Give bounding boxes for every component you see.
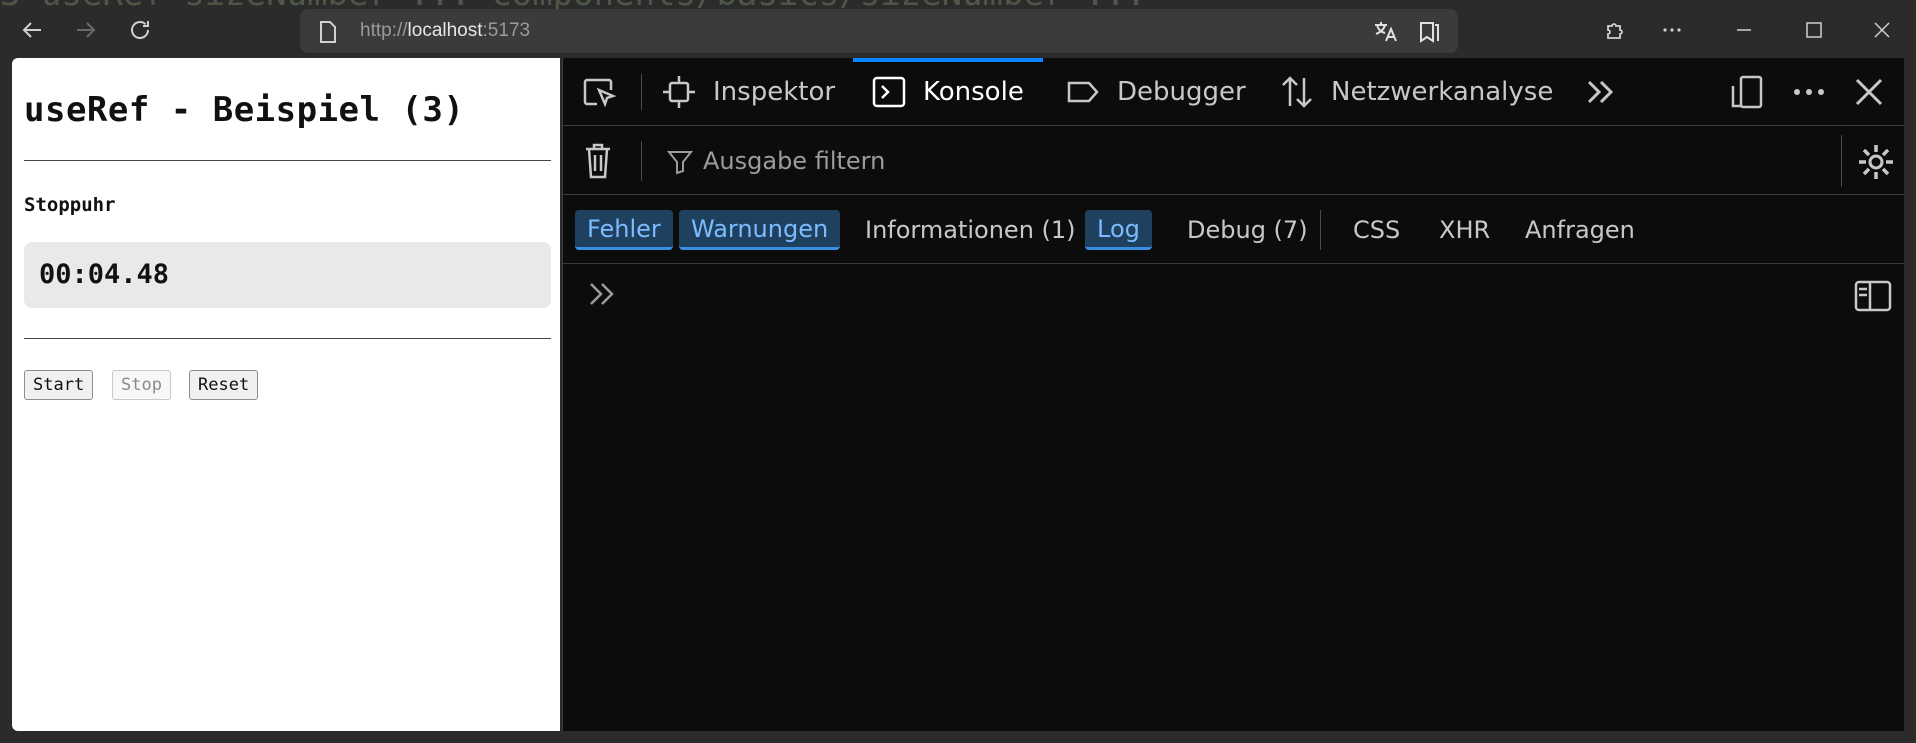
browser-toolbar: 3 useRef sizeNumber ... components/basic… (0, 0, 1916, 58)
forward-button[interactable] (68, 12, 104, 48)
more-menu-button[interactable] (1652, 12, 1692, 48)
url-scheme: http:// (360, 20, 408, 41)
gear-icon[interactable] (1857, 143, 1895, 181)
filter-warnings[interactable]: Warnungen (679, 210, 841, 250)
responsive-design-icon (1731, 75, 1763, 109)
picker-icon (583, 78, 617, 108)
minimize-icon (1737, 29, 1751, 31)
devtools-panel: Inspektor Konsole Debugger Netzwerkanaly… (562, 58, 1904, 731)
arrow-right-icon (77, 22, 96, 38)
filter-errors[interactable]: Fehler (575, 210, 673, 250)
trash-icon[interactable] (583, 141, 613, 181)
element-picker-button[interactable] (581, 58, 633, 126)
tab-label: Inspektor (713, 77, 836, 107)
url-port: :5173 (482, 20, 531, 41)
tab-inspector[interactable]: Inspektor (661, 58, 835, 126)
console-filter-bar: Ausgabe filtern (563, 127, 1904, 195)
page-icon (320, 21, 336, 43)
reload-icon (131, 21, 149, 39)
sidebar-toggle-icon[interactable] (1854, 280, 1892, 312)
minimize-button[interactable] (1724, 12, 1764, 48)
reset-button[interactable]: Reset (189, 370, 259, 400)
reading-list-icon[interactable] (1416, 19, 1442, 45)
more-horizontal-icon (1663, 28, 1681, 32)
url-host: localhost (407, 20, 483, 41)
close-devtools-button[interactable] (1851, 58, 1903, 126)
network-arrows-icon (1282, 76, 1312, 108)
timer-display: 00:04.48 (24, 242, 551, 308)
maximize-icon (1806, 22, 1822, 38)
extensions-button[interactable] (1596, 12, 1636, 48)
maximize-button[interactable] (1794, 12, 1834, 48)
filter-separator (641, 141, 642, 181)
close-icon (1874, 22, 1890, 38)
filter-input[interactable]: Ausgabe filtern (703, 147, 885, 175)
puzzle-icon (1607, 23, 1623, 39)
more-tabs-button[interactable] (1583, 58, 1635, 126)
reload-button[interactable] (122, 12, 158, 48)
tab-label: Konsole (923, 77, 1024, 107)
filter-css[interactable]: CSS (1341, 210, 1412, 250)
debugger-icon (1067, 81, 1099, 103)
start-button[interactable]: Start (24, 370, 94, 400)
filter-log[interactable]: Log (1085, 210, 1152, 250)
close-window-button[interactable] (1862, 12, 1902, 48)
responsive-design-button[interactable] (1729, 58, 1781, 126)
arrow-left-icon (22, 22, 41, 38)
address-bar[interactable]: http://localhost:5173 (300, 9, 1458, 53)
chevrons-right-icon (1587, 80, 1614, 104)
inspector-icon (663, 76, 695, 108)
translate-icon[interactable] (1372, 19, 1398, 45)
close-icon (1855, 78, 1883, 106)
filter-debug[interactable]: Debug (7) (1175, 210, 1320, 250)
filter-info[interactable]: Informationen (1) (853, 210, 1088, 250)
devtools-tab-bar: Inspektor Konsole Debugger Netzwerkanaly… (563, 58, 1904, 126)
level-separator (1320, 210, 1321, 250)
more-horizontal-icon (1794, 89, 1824, 95)
tab-debugger[interactable]: Debugger (1065, 58, 1246, 126)
console-prompt-icon[interactable] (587, 278, 619, 310)
tab-network[interactable]: Netzwerkanalyse (1279, 58, 1553, 126)
url-text[interactable]: http://localhost:5173 (360, 20, 530, 42)
divider (24, 338, 551, 339)
filter-icon (667, 151, 693, 175)
divider (24, 160, 551, 161)
section-label: Stoppuhr (24, 194, 116, 216)
stop-button[interactable]: Stop (112, 370, 171, 400)
web-page: useRef - Beispiel (3) Stoppuhr 00:04.48 … (12, 58, 560, 731)
filter-xhr[interactable]: XHR (1427, 210, 1502, 250)
filter-requests[interactable]: Anfragen (1513, 210, 1647, 250)
tab-separator (641, 74, 642, 110)
timer-value: 00:04.48 (39, 259, 170, 290)
tab-label: Debugger (1117, 77, 1246, 107)
devtools-menu-button[interactable] (1791, 58, 1843, 126)
console-icon (872, 76, 906, 108)
page-title: useRef - Beispiel (3) (24, 90, 465, 130)
back-button[interactable] (14, 12, 50, 48)
tab-label: Netzwerkanalyse (1331, 77, 1554, 107)
log-level-filters: Fehler Warnungen Informationen (1) Log D… (563, 196, 1904, 264)
tab-console[interactable]: Konsole (871, 58, 1024, 126)
window-bottom-edge (0, 731, 1916, 743)
filter-separator (1841, 135, 1842, 187)
